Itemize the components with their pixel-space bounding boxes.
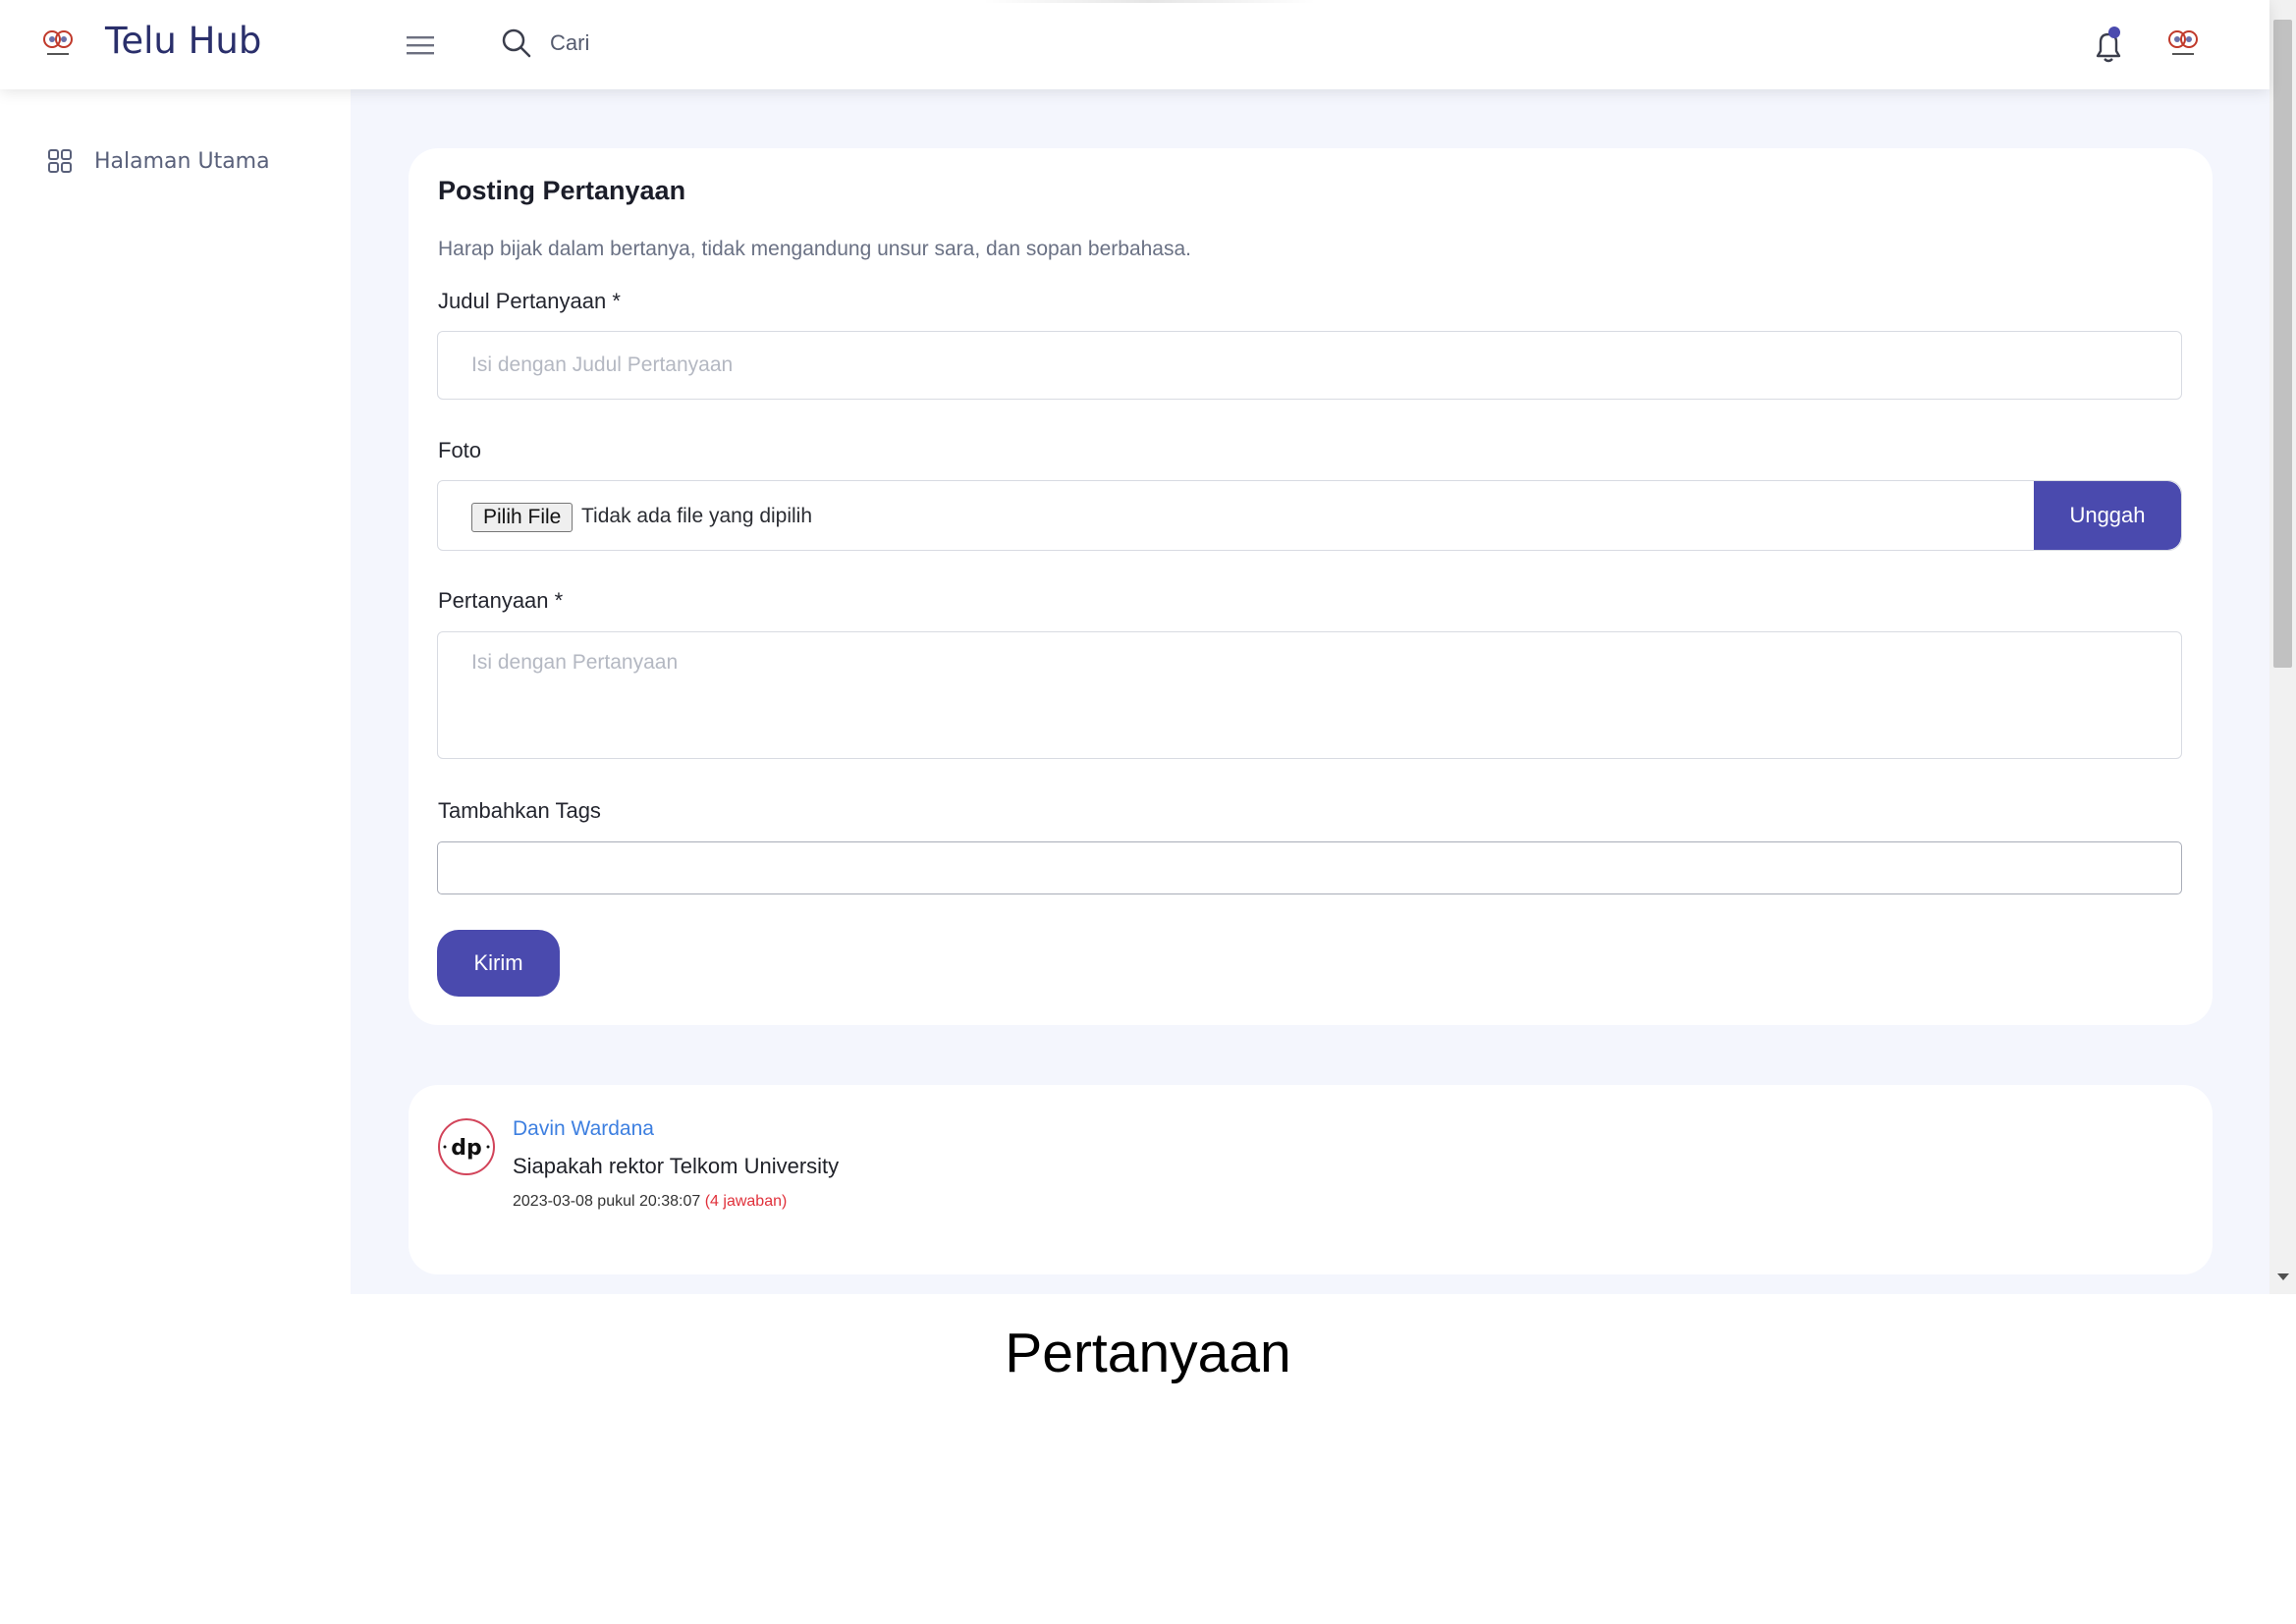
grid-icon bbox=[48, 149, 72, 173]
title-label: Judul Pertanyaan * bbox=[438, 289, 621, 313]
file-status: Tidak ada file yang dipilih bbox=[581, 505, 813, 527]
form-hint: Harap bijak dalam bertanya, tidak mengan… bbox=[438, 238, 1192, 260]
question-meta: 2023-03-08 pukul 20:38:07 (4 jawaban) bbox=[513, 1193, 787, 1211]
upload-button[interactable]: Unggah bbox=[2034, 481, 2181, 550]
question-textarea[interactable]: Isi dengan Pertanyaan bbox=[437, 631, 2182, 759]
question-title-link[interactable]: Siapakah rektor Telkom University bbox=[513, 1154, 839, 1179]
question-card[interactable]: dp Davin Wardana Siapakah rektor Telkom … bbox=[409, 1085, 2213, 1274]
top-navbar: Telu Hub Cari bbox=[0, 0, 2269, 89]
figure-caption: Pertanyaan bbox=[1005, 1322, 1291, 1384]
top-shadow bbox=[982, 0, 1316, 3]
title-input[interactable]: Isi dengan Judul Pertanyaan bbox=[437, 331, 2182, 400]
question-label: Pertanyaan * bbox=[438, 588, 564, 613]
sidebar-item-label: Halaman Utama bbox=[94, 148, 270, 174]
tags-input[interactable] bbox=[437, 841, 2182, 894]
author-name-link[interactable]: Davin Wardana bbox=[513, 1117, 654, 1141]
choose-file-button[interactable]: Pilih File bbox=[471, 503, 574, 532]
user-avatar-icon[interactable] bbox=[2164, 26, 2202, 63]
hamburger-menu-icon[interactable] bbox=[407, 33, 436, 57]
notification-dot bbox=[2108, 27, 2120, 38]
sidebar: Halaman Utama bbox=[0, 89, 351, 1294]
brand-title[interactable]: Telu Hub bbox=[105, 20, 261, 62]
bell-icon[interactable] bbox=[2092, 26, 2125, 65]
answer-count: (4 jawaban) bbox=[704, 1193, 788, 1210]
author-avatar[interactable]: dp bbox=[437, 1117, 496, 1176]
telu-hub-logo-icon[interactable] bbox=[39, 26, 77, 63]
search-input[interactable]: Cari bbox=[550, 30, 589, 56]
search-bar[interactable]: Cari bbox=[501, 27, 589, 59]
scroll-down-arrow-icon[interactable] bbox=[2277, 1273, 2289, 1280]
submit-button[interactable]: Kirim bbox=[437, 930, 560, 997]
photo-file-input: Pilih File Tidak ada file yang dipilih U… bbox=[437, 480, 2182, 551]
question-date: 2023-03-08 pukul 20:38:07 bbox=[513, 1193, 701, 1210]
form-title: Posting Pertanyaan bbox=[438, 176, 686, 205]
photo-label: Foto bbox=[438, 438, 482, 462]
vertical-scrollbar[interactable] bbox=[2269, 0, 2296, 1294]
post-question-form: Posting Pertanyaan Harap bijak dalam ber… bbox=[409, 148, 2213, 1025]
scrollbar-thumb[interactable] bbox=[2273, 20, 2292, 668]
tags-label: Tambahkan Tags bbox=[438, 798, 601, 823]
sidebar-item-halaman-utama[interactable]: Halaman Utama bbox=[47, 148, 270, 174]
svg-text:dp: dp bbox=[451, 1136, 482, 1161]
app-window: Telu Hub Cari Halaman Utama Posting Pert… bbox=[0, 0, 2296, 1294]
search-icon bbox=[502, 28, 531, 58]
main-content: Posting Pertanyaan Harap bijak dalam ber… bbox=[351, 89, 2269, 1294]
